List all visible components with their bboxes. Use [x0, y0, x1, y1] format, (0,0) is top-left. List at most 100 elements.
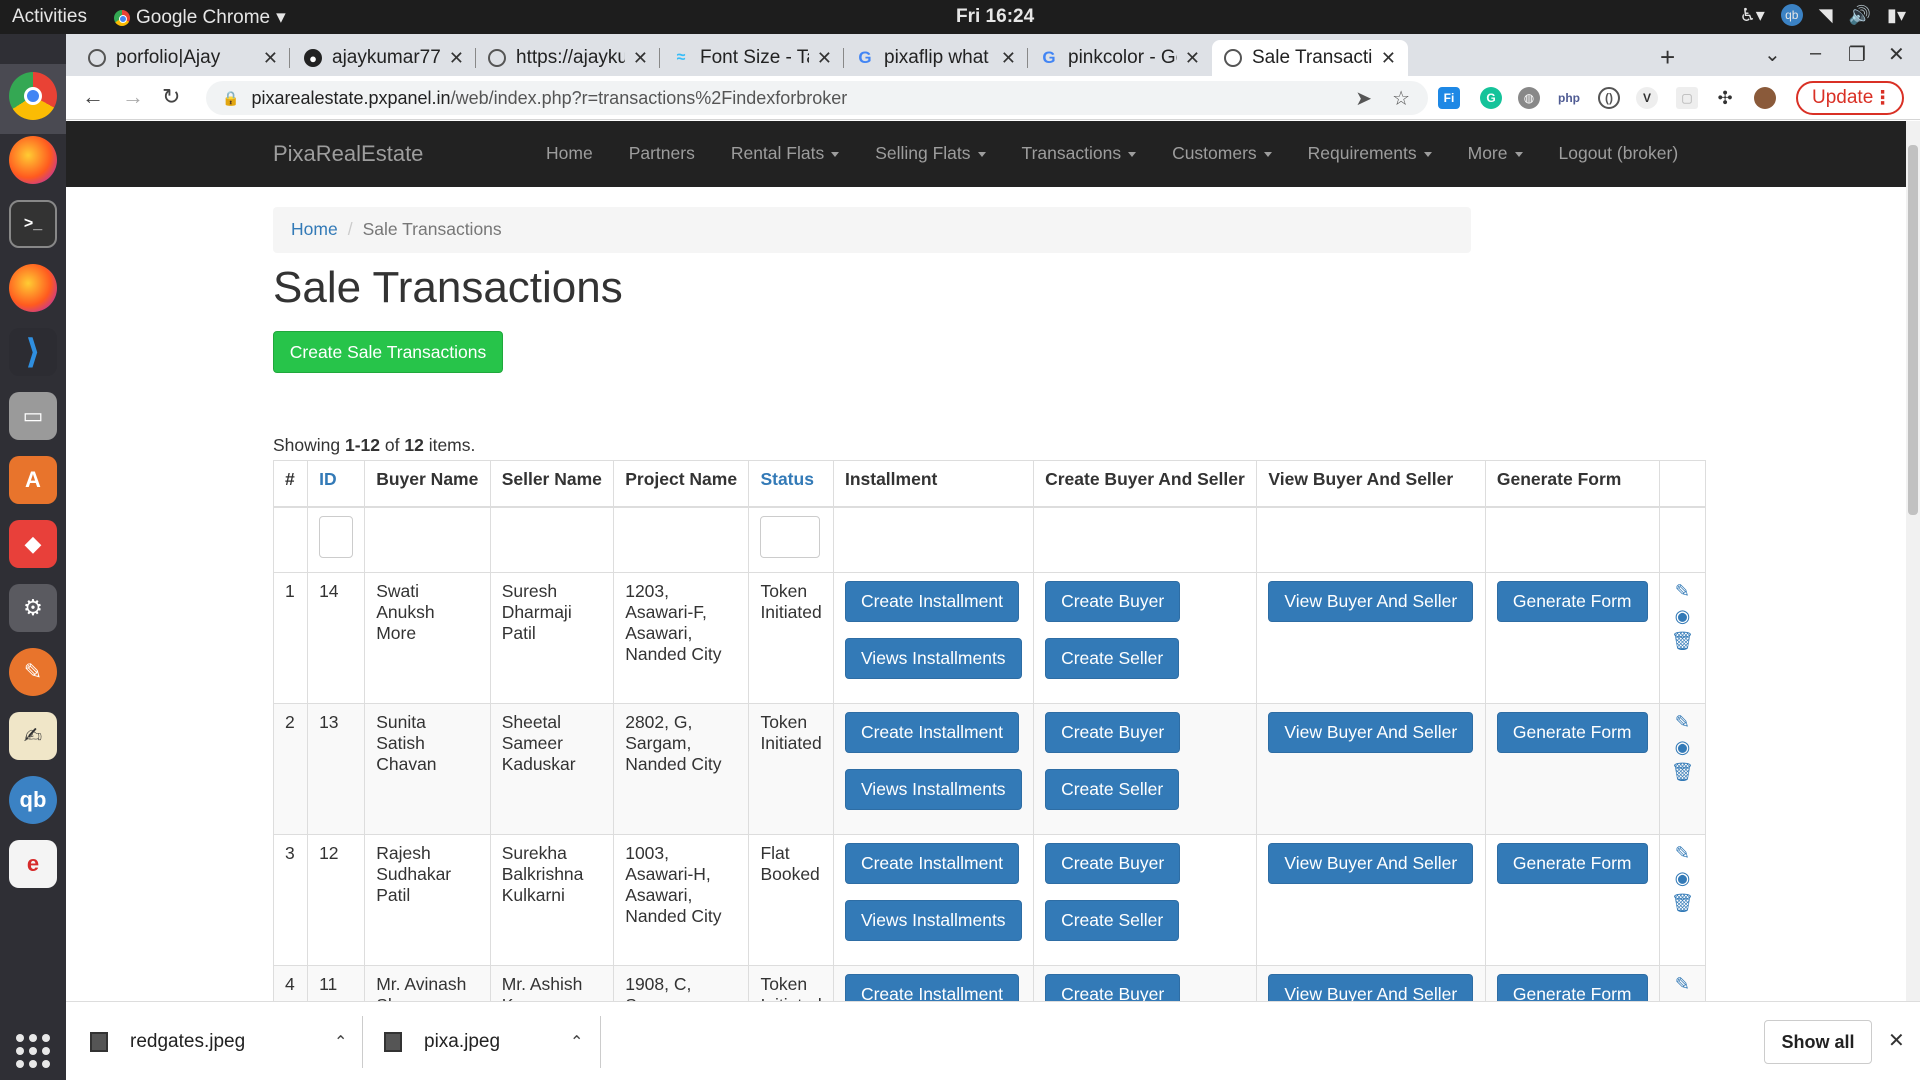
scrollbar-thumb[interactable]	[1908, 145, 1918, 515]
close-icon[interactable]: ✕	[449, 48, 464, 69]
grammarly-icon[interactable]: G	[1480, 87, 1502, 109]
create-seller-button[interactable]: Create Seller	[1045, 638, 1180, 679]
close-icon[interactable]: ✕	[633, 48, 648, 69]
accessibility-icon[interactable]: ♿▾	[1740, 5, 1765, 26]
create-buyer-button[interactable]: Create Buyer	[1045, 581, 1181, 622]
close-icon[interactable]: ✕	[1381, 48, 1396, 69]
page-scrollbar[interactable]	[1906, 121, 1920, 1001]
battery-icon[interactable]: ▮▾	[1887, 5, 1906, 26]
update-button[interactable]: Update ⋮	[1796, 81, 1904, 115]
extension-globe-icon[interactable]: ◍	[1518, 87, 1540, 109]
views-installments-button[interactable]: Views Installments	[844, 769, 1022, 810]
send-icon[interactable]: ➤	[1355, 86, 1372, 111]
pencil-icon[interactable]: ✎	[1675, 581, 1690, 601]
tab-github[interactable]: ● ajaykumar776/m ✕	[292, 40, 476, 76]
create-buyer-button[interactable]: Create Buyer	[1045, 843, 1181, 884]
create-seller-button[interactable]: Create Seller	[1045, 900, 1180, 941]
trash-icon[interactable]: 🗑	[1671, 893, 1694, 913]
create-seller-button[interactable]: Create Seller	[1045, 769, 1180, 810]
generate-form-button[interactable]: Generate Form	[1496, 974, 1648, 1001]
vimium-icon[interactable]: V	[1636, 87, 1658, 109]
tab-search-icon[interactable]: ⌄	[1764, 42, 1781, 67]
extension-placeholder-icon[interactable]: ▢	[1676, 87, 1698, 109]
new-tab-button[interactable]: +	[1660, 42, 1675, 73]
close-icon[interactable]: ✕	[1888, 1028, 1905, 1053]
activities-button[interactable]: Activities	[12, 6, 87, 28]
tab-pixaflip[interactable]: G pixaflip what do ✕	[844, 40, 1028, 76]
nav-logout[interactable]: Logout (broker)	[1541, 143, 1697, 164]
close-icon[interactable]: ✕	[1185, 48, 1200, 69]
document-viewer-icon[interactable]: e	[9, 840, 57, 888]
tab-portfolio[interactable]: porfolio|Ajay ✕	[76, 40, 290, 76]
firefox-dev-icon[interactable]	[9, 264, 57, 312]
clock[interactable]: Fri 16:24	[956, 6, 1034, 28]
close-icon[interactable]: ✕	[1001, 48, 1016, 69]
address-bar[interactable]: 🔒 pixarealestate.pxpanel.in/web/index.ph…	[206, 81, 1428, 115]
col-header-id[interactable]: ID	[307, 460, 366, 508]
app-menu[interactable]: Google Chrome ▾	[114, 6, 286, 29]
trash-icon[interactable]: 🗑	[1671, 762, 1694, 782]
breadcrumb-home[interactable]: Home	[291, 219, 338, 239]
extensions-puzzle-icon[interactable]: ✣	[1714, 87, 1736, 109]
col-header-status[interactable]: Status	[748, 460, 834, 508]
qbittorrent-tray-icon[interactable]: qb	[1780, 4, 1803, 26]
extension-fi-icon[interactable]: Fi	[1438, 87, 1460, 109]
firefox-icon[interactable]	[9, 136, 57, 184]
profile-avatar[interactable]	[1754, 87, 1776, 109]
volume-icon[interactable]: 🔊	[1849, 5, 1871, 26]
chevron-up-icon[interactable]: ⌃	[570, 1032, 583, 1052]
bookmark-star-icon[interactable]: ☆	[1392, 86, 1410, 111]
extension-circle-icon[interactable]: ()	[1598, 87, 1620, 109]
show-applications-icon[interactable]	[16, 1034, 50, 1068]
close-icon[interactable]: ✕	[817, 48, 832, 69]
create-installment-button[interactable]: Create Installment	[844, 843, 1019, 884]
pencil-icon[interactable]: ✎	[1675, 843, 1690, 863]
download-item[interactable]: redgates.jpeg ⌃	[90, 1002, 347, 1080]
back-icon[interactable]: ←	[82, 84, 104, 110]
wifi-icon[interactable]: ◥	[1819, 5, 1833, 26]
view-buyer-seller-button[interactable]: View Buyer And Seller	[1268, 843, 1474, 884]
id-filter-input[interactable]	[319, 515, 354, 558]
system-tray[interactable]: ♿▾ qb ◥ 🔊 ▮▾	[1740, 4, 1906, 26]
view-buyer-seller-button[interactable]: View Buyer And Seller	[1268, 974, 1474, 1001]
nav-requirements[interactable]: Requirements	[1290, 143, 1450, 164]
trash-icon[interactable]: 🗑	[1671, 631, 1694, 651]
tab-sale-transactions[interactable]: Sale Transaction ✕	[1212, 40, 1408, 76]
chevron-up-icon[interactable]: ⌃	[334, 1032, 347, 1052]
anydesk-icon[interactable]: ◆	[9, 520, 57, 568]
generate-form-button[interactable]: Generate Form	[1496, 581, 1648, 622]
postman-icon[interactable]: ✎	[9, 648, 57, 696]
view-buyer-seller-button[interactable]: View Buyer And Seller	[1268, 581, 1474, 622]
generate-form-button[interactable]: Generate Form	[1496, 843, 1648, 884]
chrome-dock-icon[interactable]	[9, 72, 57, 120]
tab-tailwind[interactable]: ≈ Font Size - Tailwi ✕	[660, 40, 844, 76]
software-center-icon[interactable]: A	[9, 456, 57, 504]
nav-customers[interactable]: Customers	[1154, 143, 1290, 164]
reload-icon[interactable]: ↻	[162, 84, 180, 110]
terminal-icon[interactable]: >_	[9, 200, 57, 248]
create-buyer-button[interactable]: Create Buyer	[1045, 974, 1181, 1001]
pencil-icon[interactable]: ✎	[1675, 974, 1690, 994]
close-icon[interactable]: ✕	[263, 48, 278, 69]
settings-icon[interactable]: ⚙	[9, 584, 57, 632]
minimize-icon[interactable]: –	[1810, 42, 1821, 65]
show-all-button[interactable]: Show all	[1764, 1020, 1872, 1064]
views-installments-button[interactable]: Views Installments	[844, 638, 1022, 679]
qbittorrent-icon[interactable]: qb	[9, 776, 57, 824]
view-buyer-seller-button[interactable]: View Buyer And Seller	[1268, 712, 1474, 753]
vscode-icon[interactable]: ⟩	[9, 328, 57, 376]
files-icon[interactable]: ▭	[9, 392, 57, 440]
forward-icon[interactable]: →	[122, 84, 144, 110]
nav-partners[interactable]: Partners	[611, 143, 713, 164]
generate-form-button[interactable]: Generate Form	[1496, 712, 1648, 753]
window-close-icon[interactable]: ✕	[1888, 42, 1905, 67]
nav-home[interactable]: Home	[528, 143, 611, 164]
views-installments-button[interactable]: Views Installments	[844, 900, 1022, 941]
nav-selling-flats[interactable]: Selling Flats	[857, 143, 1003, 164]
tab-pinkcolor[interactable]: G pinkcolor - Googl ✕	[1028, 40, 1212, 76]
pencil-icon[interactable]: ✎	[1675, 712, 1690, 732]
download-item[interactable]: pixa.jpeg ⌃	[384, 1002, 584, 1080]
nav-more[interactable]: More	[1450, 143, 1541, 164]
nav-rental-flats[interactable]: Rental Flats	[713, 143, 857, 164]
php-extension-icon[interactable]: php	[1558, 87, 1580, 109]
